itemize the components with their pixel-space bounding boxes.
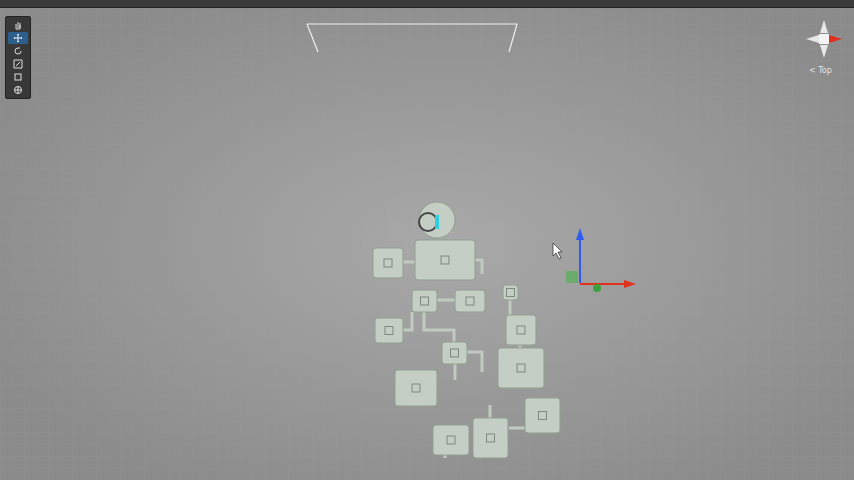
room [373, 248, 403, 278]
room [442, 342, 467, 364]
top-toolbar [0, 0, 854, 8]
transform-tool-button[interactable] [8, 84, 28, 96]
room [433, 425, 469, 455]
orientation-label[interactable]: < Top [809, 66, 832, 75]
room [395, 370, 437, 406]
tool-palette [5, 16, 31, 99]
room [419, 202, 455, 238]
room [503, 285, 518, 300]
room [498, 348, 544, 388]
camera-frustum-icon [307, 24, 517, 52]
scene-view[interactable]: < Top [0, 8, 854, 480]
scale-icon [13, 59, 23, 69]
hand-icon [13, 20, 23, 30]
unity-editor: < Top [0, 0, 854, 480]
move-tool-button[interactable] [8, 32, 28, 44]
transform-icon [13, 85, 23, 95]
move-icon [13, 33, 23, 43]
hand-tool-button[interactable] [8, 19, 28, 31]
room [506, 315, 536, 345]
cursor-icon [553, 243, 562, 259]
room [473, 418, 508, 458]
rotate-tool-button[interactable] [8, 45, 28, 57]
rotate-icon [13, 46, 23, 56]
dungeon-map [373, 202, 560, 458]
rect-tool-button[interactable] [8, 71, 28, 83]
room [415, 240, 475, 280]
room [412, 290, 437, 312]
move-gizmo-icon[interactable] [566, 228, 636, 292]
orientation-gizmo-icon[interactable] [806, 20, 842, 58]
rect-icon [13, 72, 23, 82]
scene-canvas[interactable] [0, 8, 854, 480]
room [525, 398, 560, 433]
scale-tool-button[interactable] [8, 58, 28, 70]
room [375, 318, 403, 343]
room [455, 290, 485, 312]
